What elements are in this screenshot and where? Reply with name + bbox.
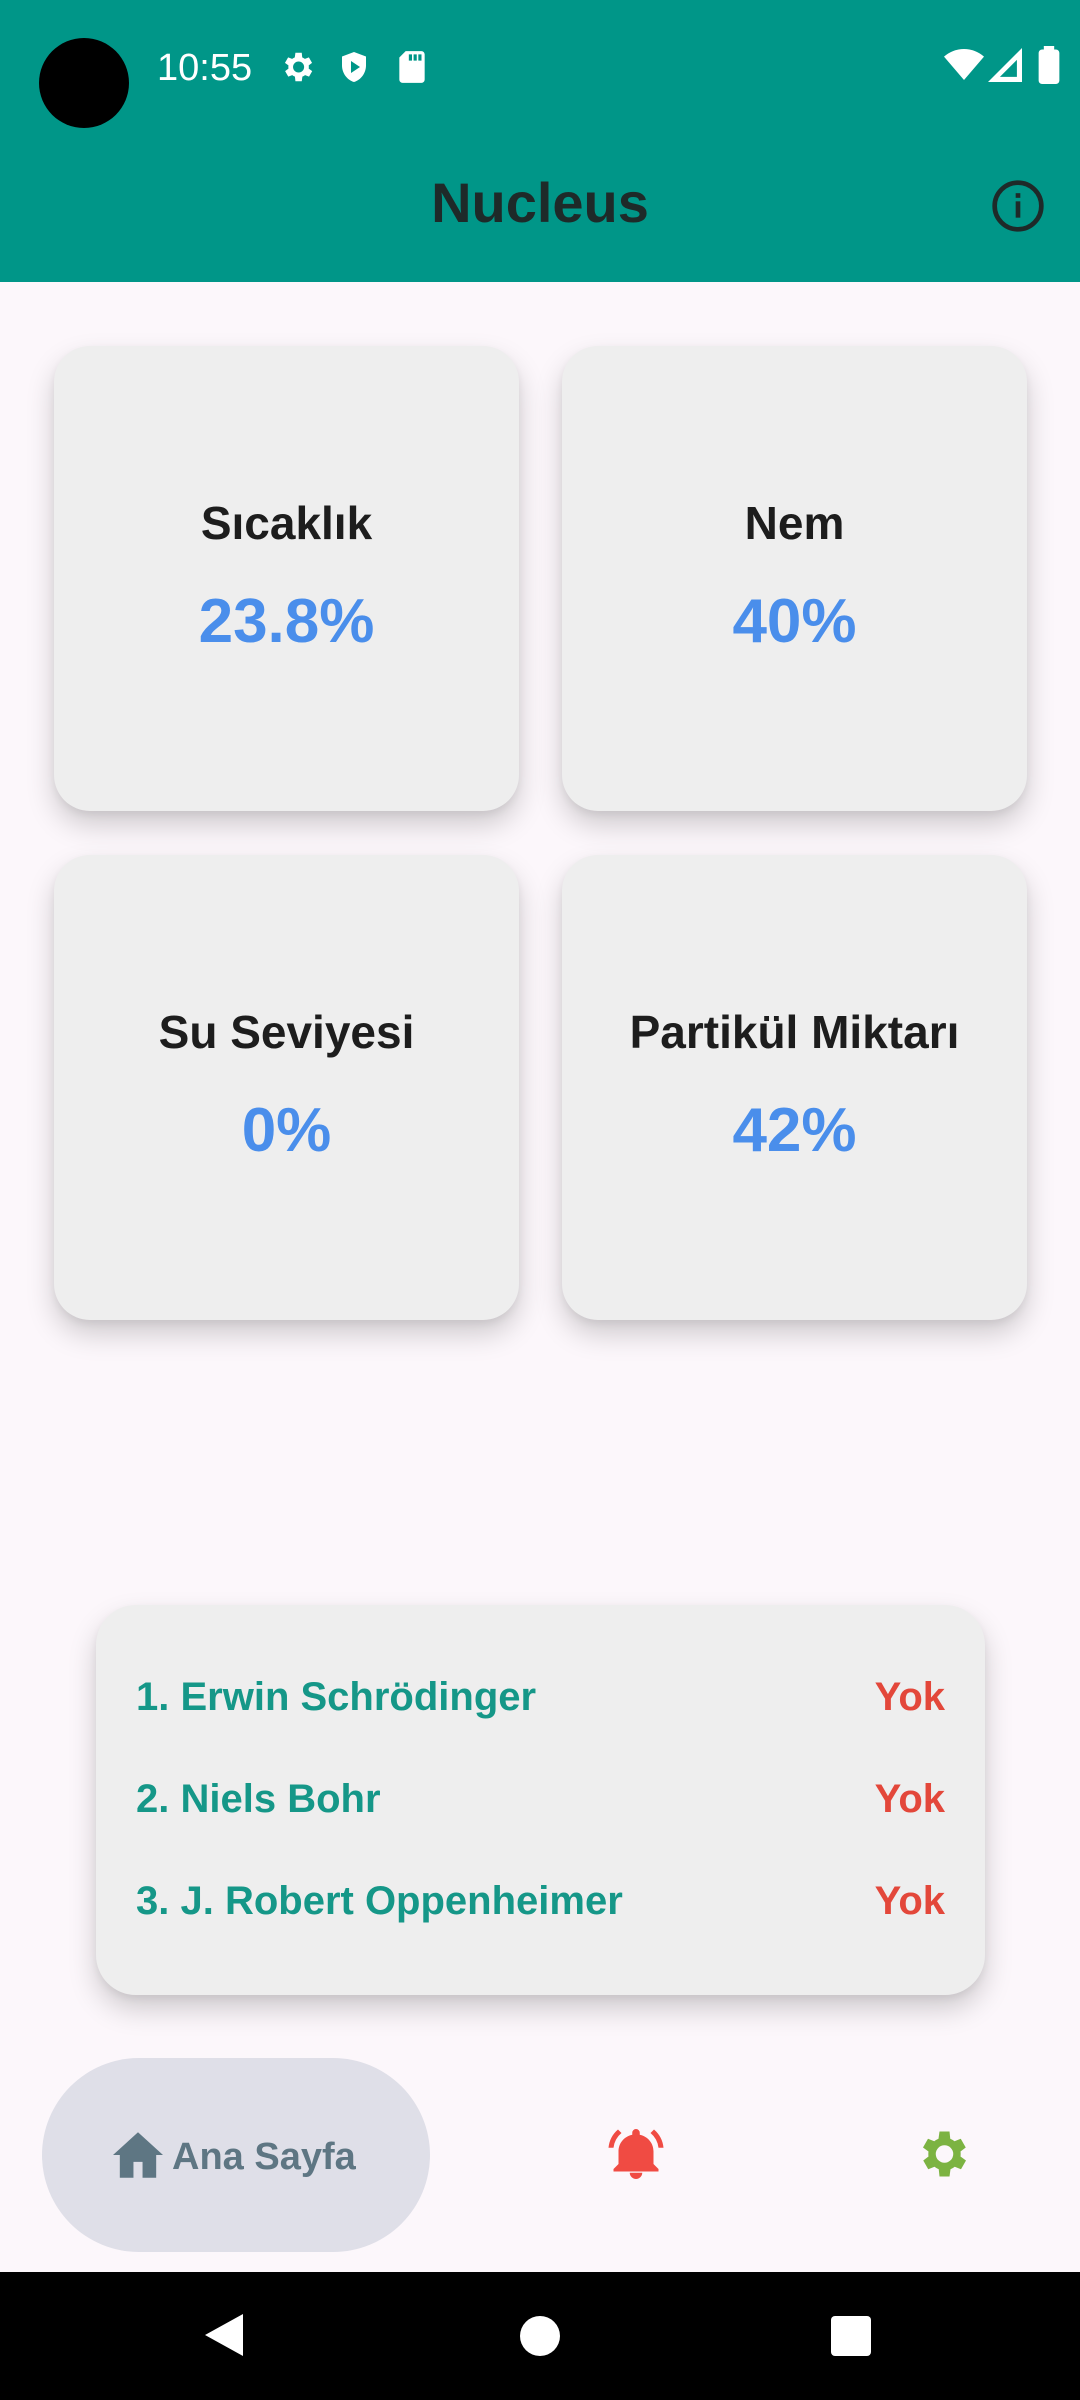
sensor-value: 42%: [732, 1096, 857, 1165]
sensor-card-particle[interactable]: Partikül Miktarı 42%: [562, 855, 1027, 1320]
gear-icon[interactable]: [912, 2124, 972, 2184]
list-item[interactable]: 3. J. Robert Oppenheimer Yok: [136, 1879, 945, 1939]
shield-play-icon: [342, 52, 366, 82]
back-icon[interactable]: [203, 2312, 245, 2358]
status-bar: 10:55: [0, 0, 1080, 136]
sensor-value: 40%: [732, 587, 857, 656]
sensor-label: Su Seviyesi: [158, 1006, 415, 1058]
app-title: Nucleus: [431, 171, 649, 234]
camera-cutout: [39, 38, 129, 128]
home-circle-icon[interactable]: [520, 2316, 560, 2356]
person-name: 1. Erwin Schrödinger: [136, 1675, 537, 1719]
sensor-card-water-level[interactable]: Su Seviyesi 0%: [54, 855, 519, 1320]
sensor-label: Sıcaklık: [200, 497, 373, 549]
alarm-bell-icon[interactable]: [606, 2124, 666, 2184]
sensor-value: 0%: [241, 1096, 332, 1165]
home-icon: [113, 2132, 163, 2178]
sensor-label: Nem: [744, 497, 845, 549]
nav-item-home[interactable]: Ana Sayfa: [42, 2058, 430, 2252]
person-name: 2. Niels Bohr: [136, 1777, 381, 1821]
list-item[interactable]: 1. Erwin Schrödinger Yok: [136, 1675, 945, 1735]
sd-card-icon: [399, 51, 425, 83]
system-navigation-bar: [0, 2272, 1080, 2400]
person-status: Yok: [874, 1777, 945, 1821]
status-time: 10:55: [157, 47, 253, 89]
sensor-card-humidity[interactable]: Nem 40%: [562, 346, 1027, 811]
person-name: 3. J. Robert Oppenheimer: [136, 1879, 623, 1923]
sensor-label: Partikül Miktarı: [629, 1006, 960, 1058]
nav-home-label: Ana Sayfa: [172, 2136, 356, 2178]
bottom-navigation: Ana Sayfa: [0, 2040, 1080, 2272]
list-item[interactable]: 2. Niels Bohr Yok: [136, 1777, 945, 1837]
sensor-value: 23.8%: [198, 587, 375, 656]
wifi-icon: [944, 49, 984, 80]
person-status: Yok: [874, 1879, 945, 1923]
app-bar: 10:55 Nucleus: [0, 0, 1080, 282]
person-status: Yok: [874, 1675, 945, 1719]
recents-icon[interactable]: [831, 2316, 871, 2356]
people-list-card: 1. Erwin Schrödinger Yok 2. Niels Bohr Y…: [96, 1605, 985, 1995]
sensor-card-temperature[interactable]: Sıcaklık 23.8%: [54, 346, 519, 811]
settings-icon: [284, 52, 313, 82]
info-icon[interactable]: [990, 178, 1046, 234]
signal-icon: [988, 48, 1022, 82]
battery-icon: [1038, 46, 1060, 84]
